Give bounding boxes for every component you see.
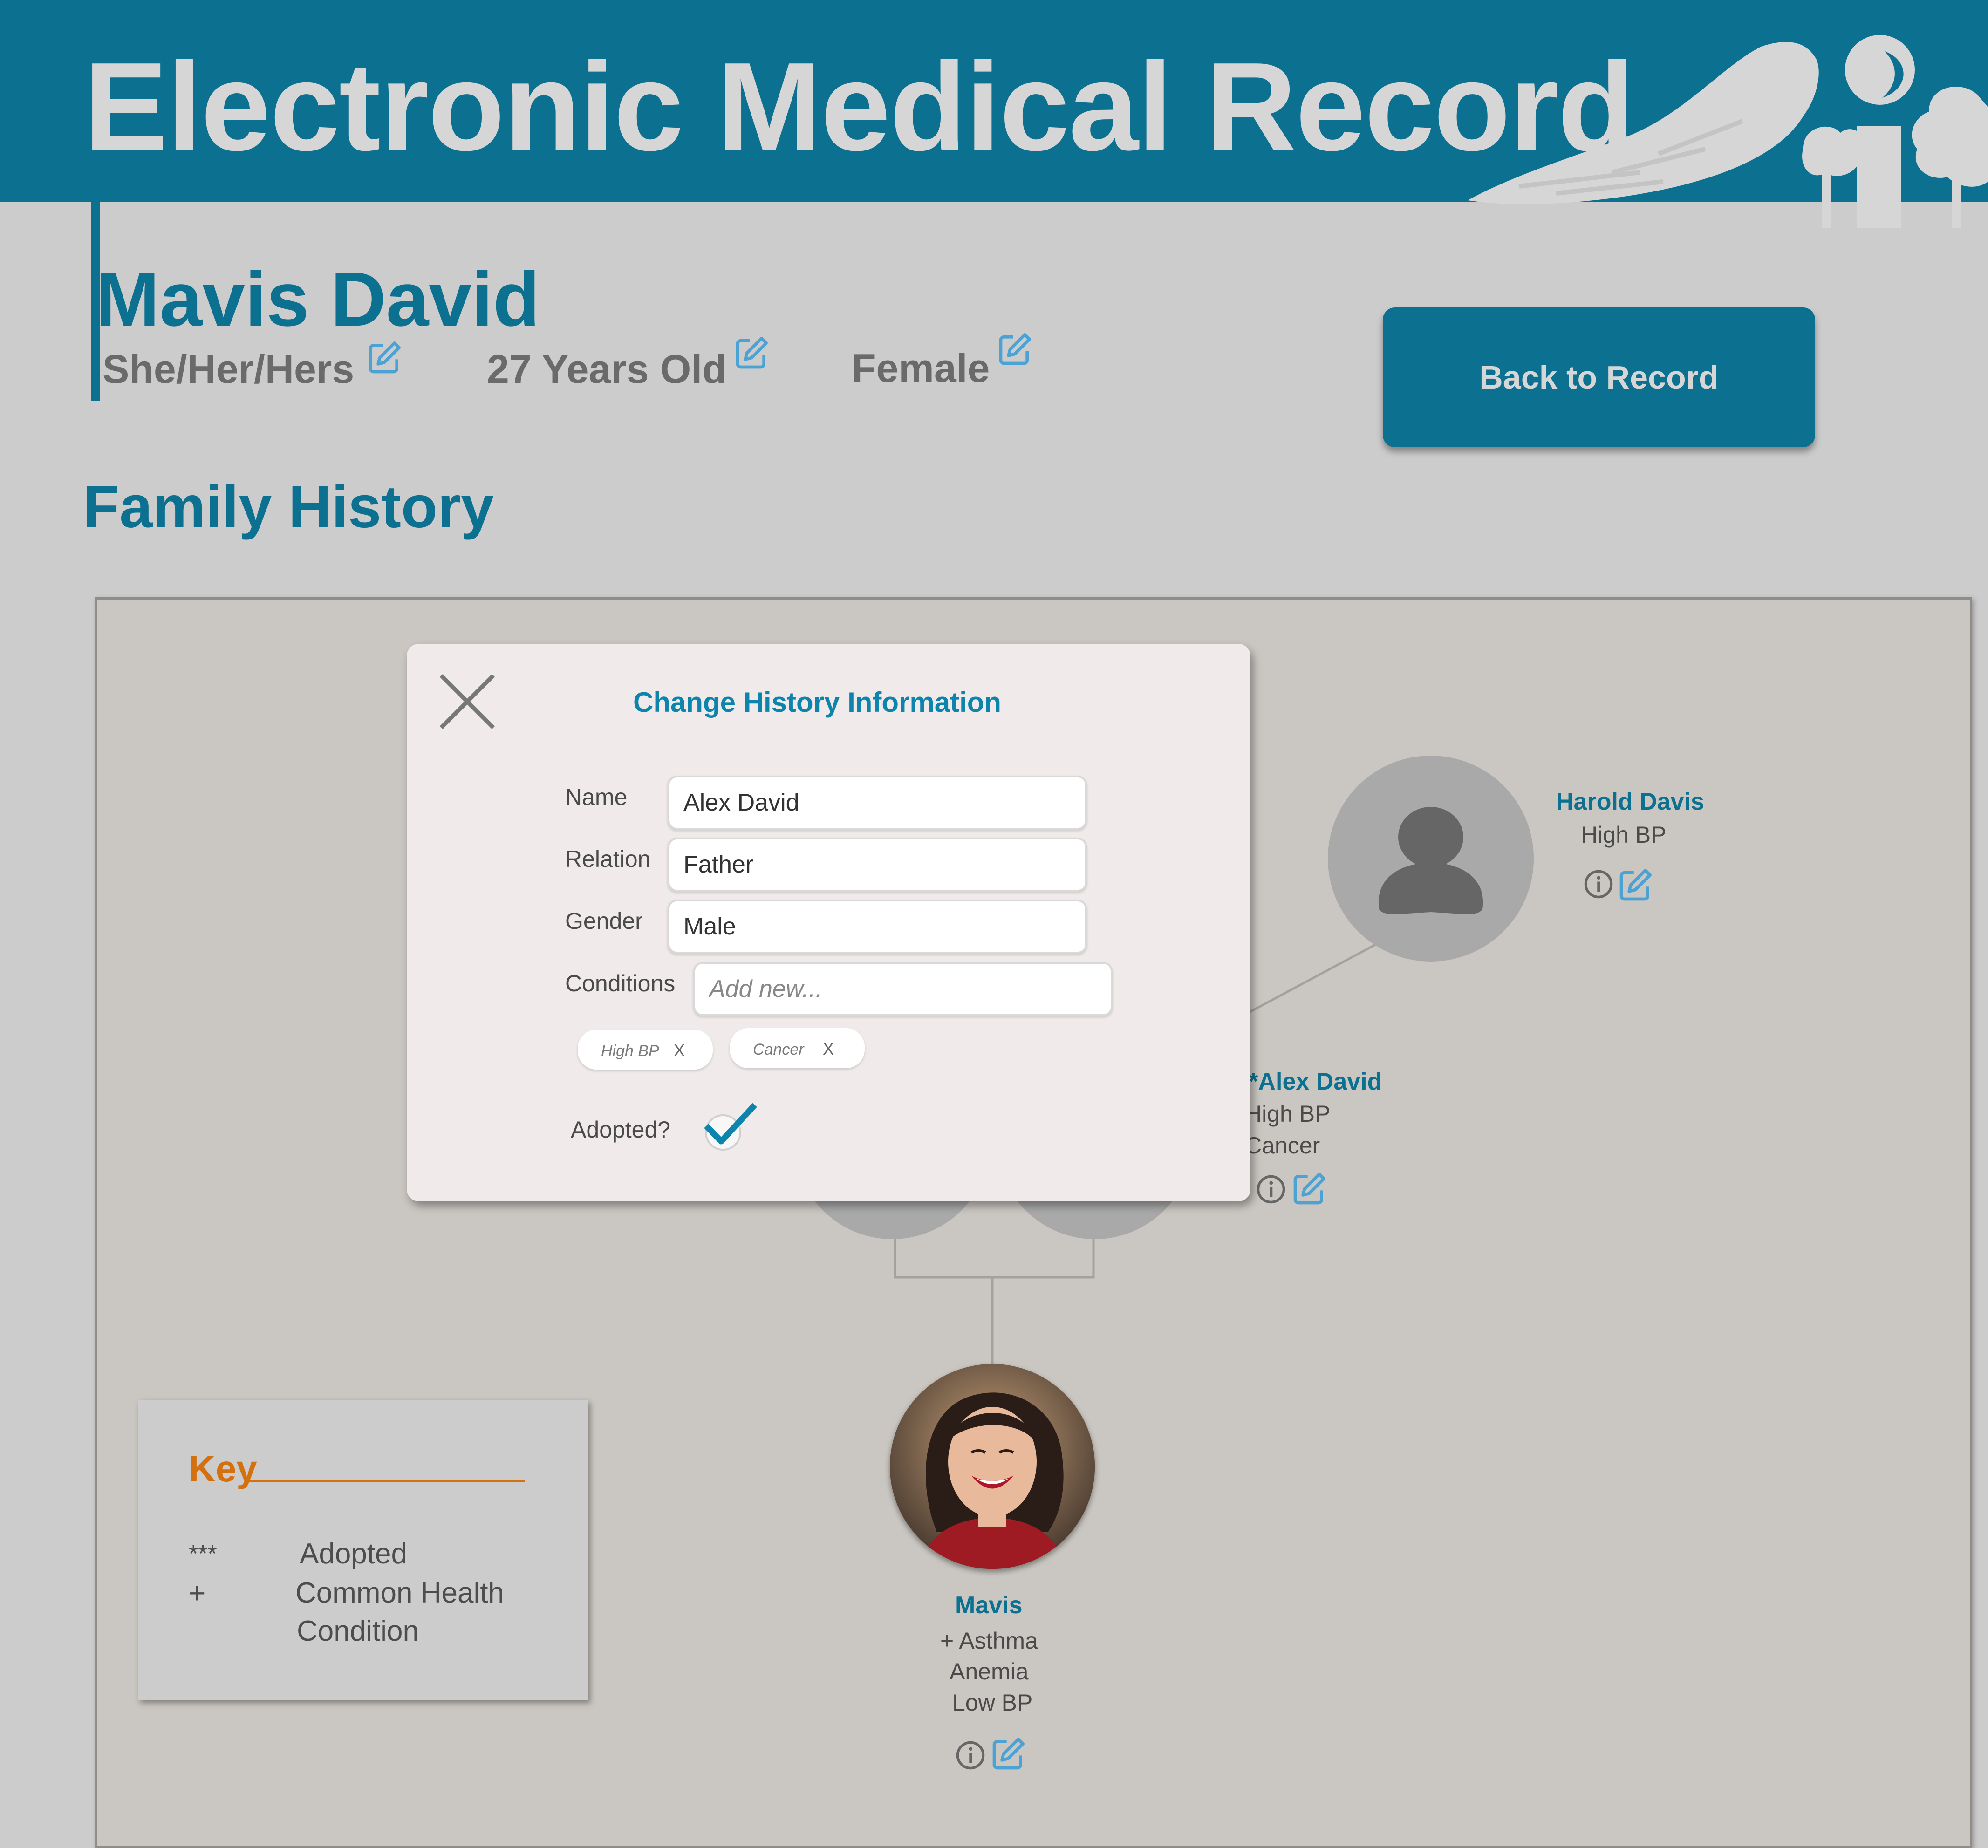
- close-icon[interactable]: [438, 673, 496, 730]
- name-label: Name: [565, 784, 628, 810]
- grandparent-condition: High BP: [1581, 822, 1667, 848]
- legend-key-box: Key *** Adopted + Common Health Conditio…: [138, 1400, 588, 1700]
- edit-icon[interactable]: [366, 339, 403, 376]
- father-name: **Alex David: [1239, 1068, 1382, 1095]
- key-symbol: +: [189, 1577, 206, 1609]
- conditions-label: Conditions: [565, 970, 676, 996]
- patient-avatar[interactable]: [890, 1364, 1095, 1569]
- patient-node-condition: Anemia: [950, 1658, 1029, 1684]
- modal-title: Change History Information: [633, 687, 1002, 718]
- patient-node-name: Mavis: [955, 1592, 1023, 1619]
- back-to-record-button[interactable]: Back to Record: [1383, 307, 1815, 447]
- condition-tag: High BP X: [578, 1030, 713, 1070]
- section-title: Family History: [83, 474, 494, 540]
- father-condition: Cancer: [1245, 1132, 1320, 1159]
- info-icon[interactable]: [1583, 869, 1614, 900]
- key-label: Common Health: [295, 1577, 504, 1609]
- patient-node-condition: Low BP: [952, 1690, 1033, 1716]
- key-label: Adopted: [300, 1538, 407, 1570]
- father-condition: High BP: [1245, 1101, 1331, 1127]
- change-history-modal: Change History Information Name Relation…: [407, 644, 1250, 1201]
- key-label: Condition: [297, 1615, 419, 1647]
- edit-icon[interactable]: [733, 334, 770, 372]
- hospital-logo-icon: [1468, 35, 1988, 228]
- conditions-input[interactable]: [693, 962, 1113, 1016]
- info-icon[interactable]: [955, 1740, 986, 1771]
- app-title: Electronic Medical Record: [84, 37, 1634, 177]
- gender-label: Gender: [565, 908, 643, 934]
- key-symbol: ***: [189, 1541, 217, 1568]
- patient-age: 27 Years Old: [487, 347, 727, 392]
- patient-name: Mavis David: [96, 256, 540, 342]
- person-placeholder-icon: [1378, 807, 1483, 914]
- edit-icon[interactable]: [1617, 866, 1654, 904]
- edit-icon[interactable]: [1291, 1170, 1328, 1207]
- remove-tag-button[interactable]: X: [823, 1039, 834, 1059]
- condition-tag: Cancer X: [730, 1028, 865, 1068]
- edit-icon[interactable]: [996, 331, 1033, 368]
- name-input[interactable]: [668, 776, 1087, 830]
- patient-photo: [890, 1364, 1095, 1569]
- patient-gender: Female: [852, 346, 990, 391]
- patient-pronouns: She/Her/Hers: [102, 347, 355, 392]
- condition-tag-label: Cancer: [753, 1041, 804, 1058]
- grandparent-name: Harold Davis: [1556, 788, 1704, 815]
- condition-tag-label: High BP: [601, 1042, 659, 1060]
- patient-node-condition: + Asthma: [940, 1628, 1038, 1654]
- gender-input[interactable]: [668, 900, 1087, 954]
- adopted-label: Adopted?: [571, 1117, 671, 1143]
- relation-label: Relation: [565, 846, 651, 872]
- relation-input[interactable]: [668, 838, 1087, 892]
- grandparent-avatar[interactable]: [1328, 756, 1534, 962]
- info-icon[interactable]: [1256, 1174, 1286, 1205]
- edit-icon[interactable]: [990, 1735, 1027, 1773]
- remove-tag-button[interactable]: X: [674, 1041, 685, 1060]
- checkmark-icon: [704, 1103, 757, 1145]
- key-underline: [246, 1480, 525, 1482]
